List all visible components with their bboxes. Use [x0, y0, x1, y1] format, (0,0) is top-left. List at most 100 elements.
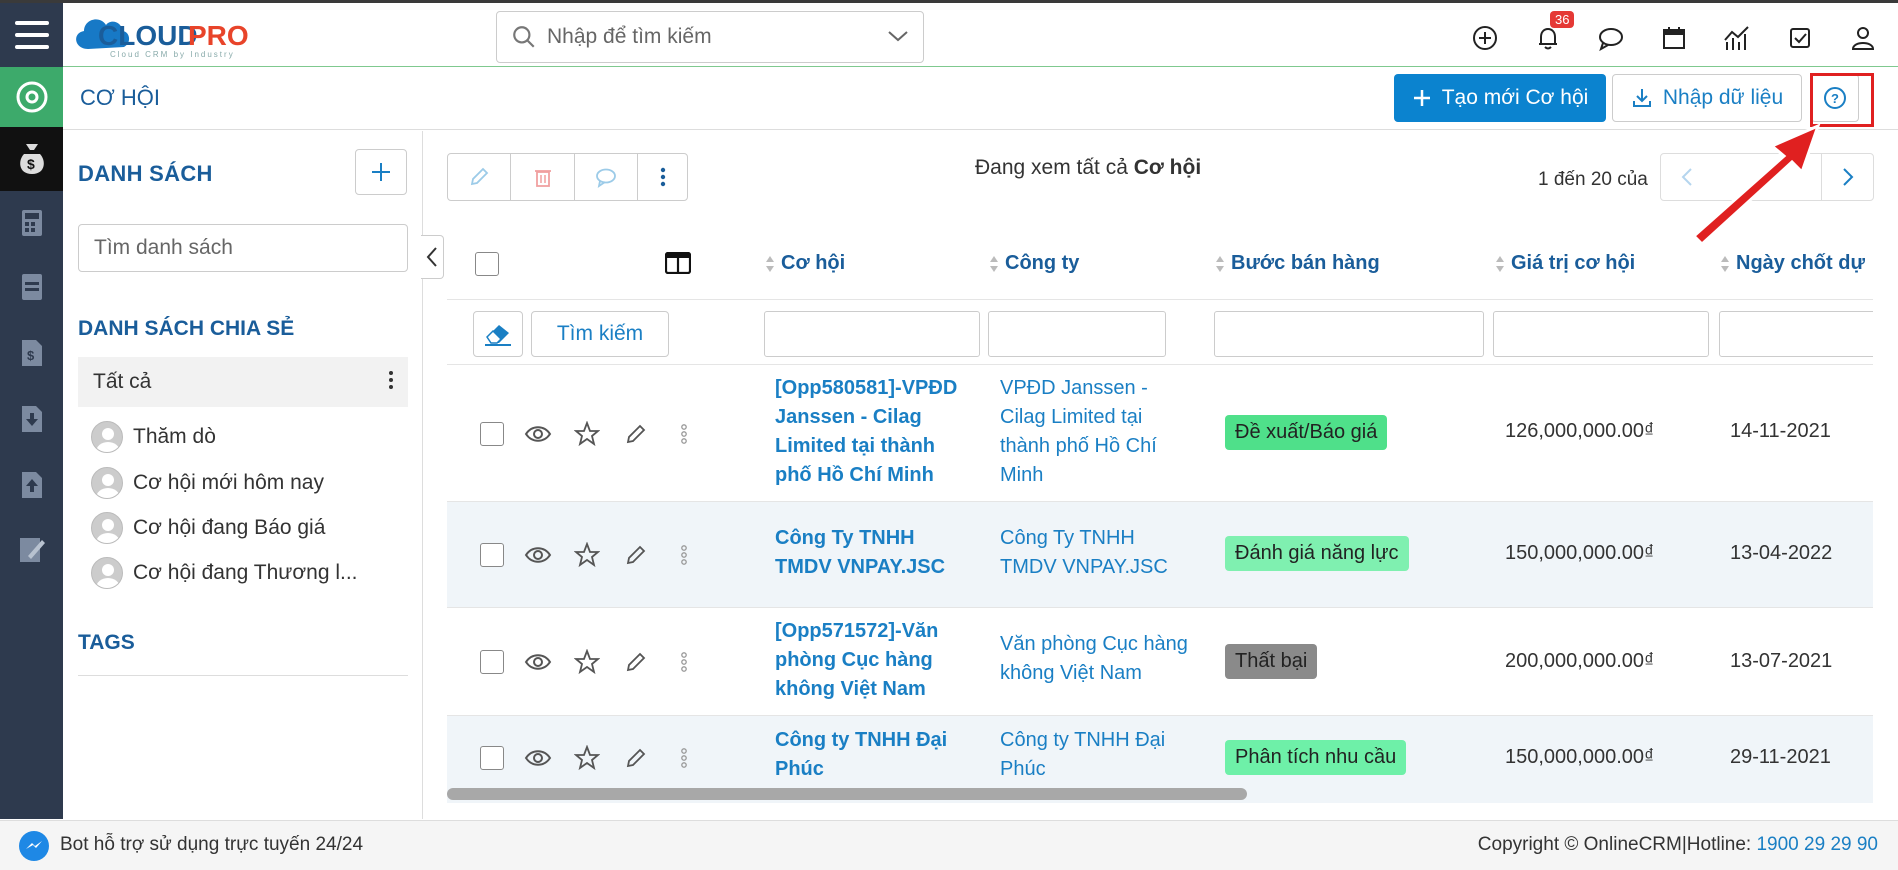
- row-checkbox[interactable]: [480, 422, 504, 446]
- filter-row: Tìm kiếm: [447, 301, 1873, 365]
- quote-dollar-icon[interactable]: $: [18, 337, 46, 369]
- eye-icon[interactable]: [523, 743, 553, 773]
- opportunity-link[interactable]: Công Ty TNHH TMDV VNPAY.JSC: [775, 524, 975, 582]
- column-header-opportunity[interactable]: Cơ hội: [765, 252, 845, 275]
- list-sidebar: DANH SÁCH DANH SÁCH CHIA SẺ Tất cả Thăm …: [63, 131, 423, 819]
- chat-icon[interactable]: [1594, 21, 1628, 55]
- company-link[interactable]: VPĐD Janssen - Cilag Limited tại thành p…: [1000, 374, 1190, 490]
- list-item[interactable]: Cơ hội mới hôm nay: [91, 463, 324, 503]
- star-icon[interactable]: [572, 540, 602, 570]
- opportunity-link[interactable]: [Opp580581]-VPĐD Janssen - Cilag Limited…: [775, 374, 975, 490]
- prev-page-button[interactable]: [1661, 154, 1713, 200]
- add-circle-icon[interactable]: [1468, 21, 1502, 55]
- add-list-button[interactable]: [355, 149, 407, 195]
- list-item-all[interactable]: Tất cả: [78, 357, 408, 407]
- column-label: Ngày chốt dự: [1736, 252, 1865, 274]
- menu-icon[interactable]: [0, 3, 63, 67]
- edit-icon[interactable]: [621, 647, 651, 677]
- create-opportunity-button[interactable]: Tạo mới Cơ hội: [1394, 74, 1606, 122]
- edit-icon[interactable]: [621, 540, 651, 570]
- row-checkbox[interactable]: [480, 650, 504, 674]
- collapse-sidebar-button[interactable]: [421, 235, 444, 279]
- import-data-button[interactable]: Nhập dữ liệu: [1612, 74, 1802, 122]
- select-all-checkbox[interactable]: [475, 252, 499, 276]
- svg-text:$: $: [27, 156, 35, 172]
- opportunity-value: 150,000,000.00₫: [1505, 746, 1655, 768]
- calculator-icon[interactable]: [18, 207, 46, 239]
- invoice-icon[interactable]: [18, 271, 46, 303]
- star-icon[interactable]: [572, 743, 602, 773]
- column-header-close-date[interactable]: Ngày chốt dự: [1720, 252, 1865, 275]
- more-vertical-icon[interactable]: [669, 647, 699, 677]
- search-filter-button[interactable]: Tìm kiếm: [531, 311, 669, 357]
- column-header-company[interactable]: Công ty: [989, 252, 1079, 275]
- filter-company-input[interactable]: [988, 311, 1166, 357]
- filter-opportunity-input[interactable]: [764, 311, 980, 357]
- edit-icon[interactable]: [448, 154, 512, 200]
- download-icon: [1632, 89, 1651, 107]
- next-page-button[interactable]: [1821, 154, 1873, 200]
- calendar-icon[interactable]: [1657, 21, 1691, 55]
- messenger-icon[interactable]: [18, 830, 50, 862]
- contract-sign-icon[interactable]: [18, 533, 46, 565]
- delete-icon[interactable]: [511, 154, 575, 200]
- opportunity-value: 200,000,000.00₫: [1505, 650, 1655, 672]
- viewing-module: Cơ hội: [1133, 156, 1202, 179]
- company-link[interactable]: Công ty TNHH Đại Phúc: [1000, 726, 1190, 784]
- column-header-sales-stage[interactable]: Bước bán hàng: [1215, 252, 1380, 275]
- bot-support-text[interactable]: Bot hỗ trợ sử dụng trực tuyến 24/24: [60, 834, 363, 856]
- company-link[interactable]: Văn phòng Cục hàng không Việt Nam: [1000, 630, 1200, 688]
- stage-badge: Đánh giá năng lực: [1225, 536, 1409, 571]
- more-vertical-icon[interactable]: [638, 154, 687, 200]
- more-vertical-icon[interactable]: [669, 419, 699, 449]
- list-item[interactable]: Cơ hội đang Thương l...: [91, 553, 358, 593]
- column-label: Cơ hội: [781, 252, 846, 274]
- company-link[interactable]: Công Ty TNHH TMDV VNPAY.JSC: [1000, 524, 1190, 582]
- edit-icon[interactable]: [621, 743, 651, 773]
- task-check-icon[interactable]: [1783, 21, 1817, 55]
- sales-module-icon[interactable]: [0, 67, 63, 127]
- column-label: Giá trị cơ hội: [1511, 252, 1636, 274]
- opportunity-link[interactable]: [Opp571572]-Văn phòng Cục hàng không Việ…: [775, 617, 965, 704]
- edit-icon[interactable]: [621, 419, 651, 449]
- clear-filter-button[interactable]: [473, 311, 523, 357]
- hotline-link[interactable]: 1900 29 29 90: [1756, 834, 1878, 855]
- upload-doc-icon[interactable]: [18, 469, 46, 501]
- report-chart-icon[interactable]: [1720, 21, 1754, 55]
- filter-date-input[interactable]: [1719, 311, 1873, 357]
- eye-icon[interactable]: [523, 540, 553, 570]
- more-vertical-icon[interactable]: [669, 540, 699, 570]
- tags-title: TAGS: [78, 631, 135, 654]
- list-search-input[interactable]: [78, 224, 408, 272]
- avatar: [91, 467, 123, 499]
- notification-badge: 36: [1550, 11, 1575, 28]
- money-bag-icon[interactable]: $: [0, 127, 63, 191]
- column-header-value[interactable]: Giá trị cơ hội: [1495, 252, 1635, 275]
- more-vertical-icon[interactable]: [669, 743, 699, 773]
- global-search[interactable]: [496, 11, 924, 63]
- star-icon[interactable]: [572, 419, 602, 449]
- opportunity-value: 150,000,000.00₫: [1505, 542, 1655, 564]
- more-vertical-icon[interactable]: [388, 369, 394, 391]
- filter-stage-input[interactable]: [1214, 311, 1484, 357]
- list-item[interactable]: Cơ hội đang Báo giá: [91, 508, 325, 548]
- chevron-down-icon[interactable]: [887, 28, 909, 44]
- comment-icon[interactable]: [575, 154, 639, 200]
- import-label: Nhập dữ liệu: [1662, 86, 1784, 109]
- table-row: [Opp580581]-VPĐD Janssen - Cilag Limited…: [447, 366, 1873, 502]
- list-item[interactable]: Thăm dò: [91, 417, 216, 457]
- row-checkbox[interactable]: [480, 746, 504, 770]
- search-input[interactable]: [547, 22, 867, 52]
- filter-value-input[interactable]: [1493, 311, 1709, 357]
- user-profile-icon[interactable]: [1846, 21, 1880, 55]
- cloudpro-logo[interactable]: CLOUD PRO Cloud CRM by Industry: [70, 9, 300, 63]
- eye-icon[interactable]: [523, 419, 553, 449]
- horizontal-scrollbar[interactable]: [447, 788, 1247, 800]
- column-layout-icon[interactable]: [664, 251, 692, 279]
- star-icon[interactable]: [572, 647, 602, 677]
- help-highlight-box: [1810, 73, 1874, 127]
- eye-icon[interactable]: [523, 647, 553, 677]
- opportunity-link[interactable]: Công ty TNHH Đại Phúc: [775, 726, 975, 784]
- row-checkbox[interactable]: [480, 543, 504, 567]
- download-doc-icon[interactable]: [18, 403, 46, 435]
